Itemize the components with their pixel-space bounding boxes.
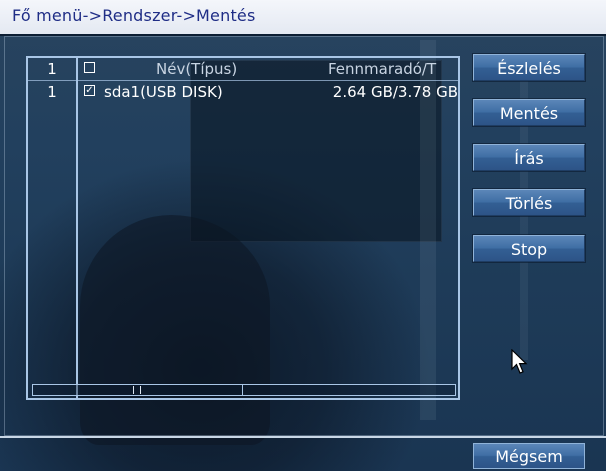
header-index: 1 — [47, 60, 57, 78]
scrollbar-grip-icon — [133, 386, 141, 394]
stop-button[interactable]: Stop — [473, 235, 585, 262]
write-button[interactable]: Írás — [473, 144, 585, 171]
scrollbar-thumb[interactable] — [33, 385, 243, 395]
horizontal-scrollbar[interactable] — [32, 384, 456, 396]
table-header-row: 1 Név(Típus) Fennmaradó/T — [28, 58, 458, 81]
select-all-checkbox-icon[interactable] — [84, 62, 95, 73]
breadcrumb: Fő menü->Rendszer->Mentés — [12, 6, 256, 25]
title-bar: Fő menü->Rendszer->Mentés — [0, 0, 606, 36]
device-name-type: sda1(USB DISK) — [104, 83, 223, 101]
table-row[interactable]: 1 ✓ sda1(USB DISK) 2.64 GB/3.78 GB — [28, 81, 458, 103]
backup-button[interactable]: Mentés — [473, 99, 585, 126]
header-name-type: Név(Típus) — [156, 60, 238, 78]
device-remaining-total: 2.64 GB/3.78 GB — [332, 83, 458, 101]
device-list-table: 1 Név(Típus) Fennmaradó/T 1 ✓ sda1(USB D… — [26, 56, 460, 400]
header-remaining-total: Fennmaradó/T — [328, 60, 437, 78]
column-divider — [76, 58, 78, 398]
delete-button[interactable]: Törlés — [473, 189, 585, 216]
footer-divider — [0, 436, 606, 438]
row-index: 1 — [47, 83, 57, 101]
backup-dialog: Fő menü->Rendszer->Mentés 1 Név(Típus) F… — [0, 0, 606, 471]
cancel-button[interactable]: Mégsem — [473, 443, 585, 469]
mouse-pointer-icon — [511, 349, 528, 374]
detect-button[interactable]: Észlelés — [473, 54, 585, 81]
row-checkbox-icon[interactable]: ✓ — [84, 85, 95, 96]
